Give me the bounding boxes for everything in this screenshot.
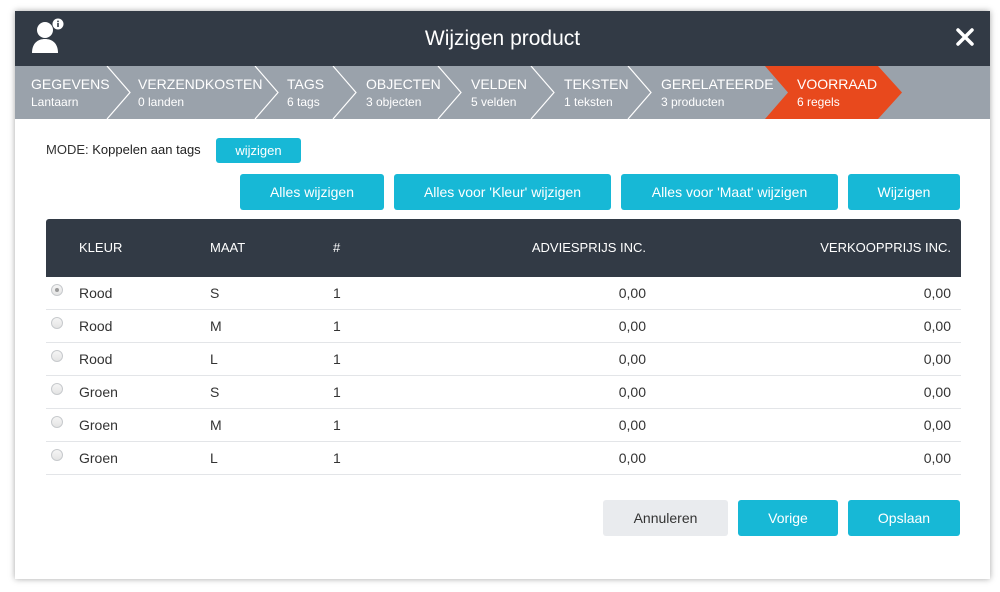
- wizard-steps: GEGEVENS Lantaarn VERZENDKOSTEN 0 landen…: [15, 66, 990, 119]
- table-row[interactable]: Rood L 1 0,00 0,00: [46, 343, 961, 376]
- cell-count: 1: [333, 417, 341, 433]
- cancel-button[interactable]: Annuleren: [603, 500, 728, 536]
- cell-adviesprijs: 0,00: [618, 318, 646, 334]
- cell-count: 1: [333, 285, 341, 301]
- cell-adviesprijs: 0,00: [618, 285, 646, 301]
- previous-button[interactable]: Vorige: [738, 500, 838, 536]
- cell-verkoopprijs: 0,00: [923, 384, 951, 400]
- cell-adviesprijs: 0,00: [618, 417, 646, 433]
- edit-all-color-button[interactable]: Alles voor 'Kleur' wijzigen: [394, 174, 611, 210]
- cell-kleur: Groen: [79, 384, 118, 400]
- stock-table-header: KLEUR MAAT # ADVIESPRIJS INC. VERKOOPPRI…: [46, 219, 961, 277]
- cell-maat: M: [210, 417, 222, 433]
- step-voorraad[interactable]: VOORRAAD 6 regels: [797, 66, 877, 119]
- cell-verkoopprijs: 0,00: [923, 351, 951, 367]
- edit-all-button[interactable]: Alles wijzigen: [240, 174, 384, 210]
- cell-kleur: Groen: [79, 450, 118, 466]
- step-velden[interactable]: VELDEN 5 velden: [471, 66, 527, 119]
- step-teksten[interactable]: TEKSTEN 1 teksten: [564, 66, 629, 119]
- cell-verkoopprijs: 0,00: [923, 450, 951, 466]
- header-maat[interactable]: MAAT: [210, 219, 245, 277]
- row-radio[interactable]: [51, 449, 63, 461]
- step-gerelateerde[interactable]: GERELATEERDE 3 producten: [661, 66, 774, 119]
- cell-count: 1: [333, 318, 341, 334]
- header-kleur[interactable]: KLEUR: [79, 219, 122, 277]
- step-objecten[interactable]: OBJECTEN 3 objecten: [366, 66, 441, 119]
- header-adviesprijs[interactable]: ADVIESPRIJS INC.: [386, 219, 646, 277]
- save-button[interactable]: Opslaan: [848, 500, 960, 536]
- cell-adviesprijs: 0,00: [618, 450, 646, 466]
- dialog-header: Wijzigen product: [15, 11, 990, 66]
- cell-adviesprijs: 0,00: [618, 384, 646, 400]
- cell-count: 1: [333, 450, 341, 466]
- table-row[interactable]: Rood S 1 0,00 0,00: [46, 277, 961, 310]
- table-row[interactable]: Groen M 1 0,00 0,00: [46, 409, 961, 442]
- cell-maat: S: [210, 384, 220, 400]
- edit-button[interactable]: Wijzigen: [848, 174, 960, 210]
- step-verzendkosten[interactable]: VERZENDKOSTEN 0 landen: [138, 66, 262, 119]
- step-tags[interactable]: TAGS 6 tags: [287, 66, 324, 119]
- cell-adviesprijs: 0,00: [618, 351, 646, 367]
- cell-verkoopprijs: 0,00: [923, 318, 951, 334]
- edit-product-dialog: Wijzigen product GEGEVENS Lantaarn VERZE…: [15, 11, 990, 579]
- table-row[interactable]: Groen S 1 0,00 0,00: [46, 376, 961, 409]
- row-radio[interactable]: [51, 350, 63, 362]
- cell-maat: S: [210, 285, 220, 301]
- dialog-title: Wijzigen product: [424, 27, 581, 50]
- change-mode-button[interactable]: wijzigen: [216, 138, 301, 163]
- cell-kleur: Rood: [79, 318, 113, 334]
- cell-kleur: Rood: [79, 351, 113, 367]
- cell-kleur: Groen: [79, 417, 118, 433]
- cell-verkoopprijs: 0,00: [923, 285, 951, 301]
- cell-maat: M: [210, 318, 222, 334]
- edit-all-size-button[interactable]: Alles voor 'Maat' wijzigen: [621, 174, 838, 210]
- row-radio[interactable]: [51, 284, 63, 296]
- step-gegevens[interactable]: GEGEVENS Lantaarn: [31, 66, 110, 119]
- header-count[interactable]: #: [333, 219, 340, 277]
- cell-maat: L: [210, 450, 218, 466]
- row-radio[interactable]: [51, 416, 63, 428]
- table-row[interactable]: Groen L 1 0,00 0,00: [46, 442, 961, 475]
- cell-count: 1: [333, 351, 341, 367]
- row-radio[interactable]: [51, 383, 63, 395]
- cell-kleur: Rood: [79, 285, 113, 301]
- mode-value: Koppelen aan tags: [92, 142, 201, 157]
- cell-verkoopprijs: 0,00: [923, 417, 951, 433]
- table-row[interactable]: Rood M 1 0,00 0,00: [46, 310, 961, 343]
- cell-count: 1: [333, 384, 341, 400]
- mode-label: MODE:: [46, 142, 89, 157]
- mode-row: MODE: Koppelen aan tags: [46, 137, 201, 163]
- row-radio[interactable]: [51, 317, 63, 329]
- cell-maat: L: [210, 351, 218, 367]
- close-icon[interactable]: [950, 22, 980, 52]
- header-verkoopprijs[interactable]: VERKOOPPRIJS INC.: [666, 219, 951, 277]
